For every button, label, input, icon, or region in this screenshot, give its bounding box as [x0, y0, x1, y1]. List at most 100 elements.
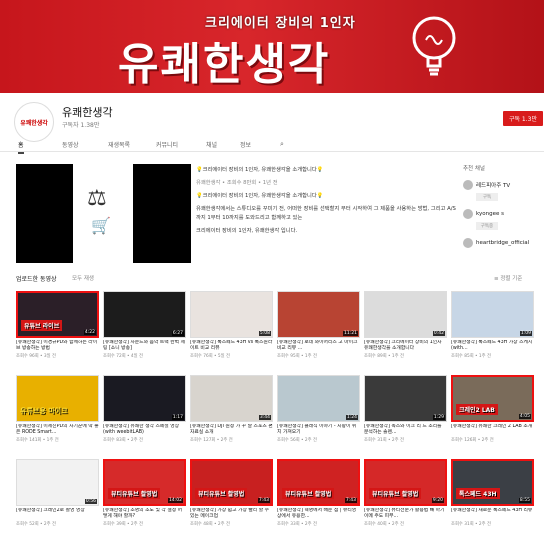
video-title[interactable]: [유쾌한생각] 가장 쉽고 가장 빨리 할 수 있는 메이크업	[190, 508, 273, 520]
video-meta: 조회수 96회 • 3일 전	[16, 354, 56, 359]
video-thumbnail[interactable]: 뷰티유튜브 촬영법 9:20	[364, 459, 447, 506]
featured-channel-item[interactable]: kyongee s	[463, 209, 543, 219]
video-thumbnail[interactable]: 1:17	[103, 375, 186, 422]
video-thumbnail[interactable]: 3:44	[190, 375, 273, 422]
search-icon[interactable]: ⌕	[280, 140, 284, 149]
video-card[interactable]: 뷰티유튜브 촬영법 7:43 [유쾌한생각] 혁명에서 배운 점 | 뷰티영상에서 …	[277, 459, 360, 527]
video-duration: 4:05	[518, 414, 531, 419]
video-card[interactable]: 1:09 [유쾌한생각] 톡스페드 43H 가장 스케치 (with... 조회수 …	[451, 291, 534, 359]
video-thumbnail[interactable]: 5:08	[190, 291, 273, 338]
video-thumbnail[interactable]: 1:29	[364, 375, 447, 422]
video-title[interactable]: [유쾌한생각] 톡스페드 43H vs 톡스원라이트 비교 리뷰	[190, 340, 273, 352]
video-thumbnail[interactable]: 톡스페드 43H 8:55	[451, 459, 534, 506]
video-thumbnail[interactable]: 유튜브용 마이크	[16, 375, 99, 422]
video-card[interactable]: 뷰티유튜브 촬영법 14:02 [유쾌한생각] 조명의 조도 및 각 설정 어떻게 …	[103, 459, 186, 527]
video-card[interactable]: 뷰티유튜브 촬영법 9:20 [유쾌한생각] 뷰티전문가 활용법 빼 아기 이메 주…	[364, 459, 447, 527]
video-title[interactable]: [유쾌한생각] 유쾌한 생각 스페셜 영상 (with weebitLAB)	[103, 424, 186, 436]
channel-avatar[interactable]: 유쾌한생각	[14, 102, 54, 142]
featured-title[interactable]: 💡크리에이터 장비의 1인자, 유쾌한생각을 소개합니다💡	[196, 166, 456, 175]
video-title[interactable]: [유쾌한생각] 녹스와 이크 리 드 소리를 분석하는 솔렌...	[364, 424, 447, 436]
uploads-title[interactable]: 업로드한 동영상	[16, 274, 57, 283]
video-title[interactable]: [유쾌한생각] 뷰티전문가 활용법 빼 아기 이메 주도 피부...	[364, 508, 447, 520]
video-duration: 0:56	[84, 499, 97, 504]
tab-about[interactable]: 정보	[240, 140, 251, 149]
video-card[interactable]: 유튜브용 마이크 [유쾌한생각] 이세진PD의 사기꾼에 딱 좋은 RODE Sm…	[16, 375, 99, 443]
thumbnail-caption: 크레인2 LAB	[456, 404, 498, 415]
tab-home[interactable]: 홈	[18, 140, 24, 154]
video-thumbnail[interactable]: 1:09	[451, 291, 534, 338]
video-thumbnail[interactable]: 0:42	[364, 291, 447, 338]
video-meta: 조회수 39회 • 2주 전	[103, 522, 143, 527]
video-card[interactable]: 11:21 [유쾌한생각] 로데 와이어리스 고 마이크 비교 리뷰 ... 조회수…	[277, 291, 360, 359]
video-duration: 4:22	[83, 330, 96, 335]
video-card[interactable]: 1:17 [유쾌한생각] 유쾌한 생각 스페셜 영상 (with weebitLA…	[103, 375, 186, 443]
video-meta: 조회수 72회 • 4일 전	[103, 354, 143, 359]
video-meta: 조회수 95회 • 1주 전	[277, 354, 317, 359]
tab-community[interactable]: 커뮤니티	[156, 140, 178, 149]
channel-avatar-small	[463, 180, 473, 190]
video-card[interactable]: 뷰티유튜브 촬영법 7:43 [유쾌한생각] 가장 쉽고 가장 빨리 할 수 있는 …	[190, 459, 273, 527]
video-thumbnail[interactable]: 11:21	[277, 291, 360, 338]
featured-video-player[interactable]: ⚖ 🛒	[16, 164, 191, 263]
video-meta: 조회수 31회 • 2주 전	[364, 438, 404, 443]
tab-videos[interactable]: 동영상	[62, 140, 79, 149]
video-meta: 조회수 127회 • 2주 전	[190, 438, 233, 443]
video-card[interactable]: 크레인2 LAB 4:05 [유쾌한생각] 유쾌한 크레인 2 LAB 소개조회수 …	[451, 375, 534, 443]
video-card[interactable]: 3:44 [유쾌한생각] DJI 원정 가 꾸 달 스포츠 편 자료실 소개조회수…	[190, 375, 273, 443]
video-card[interactable]: 0:56 [유쾌한생각] 크레인2로 촬영 영상 조회수 52회 • 2주 전	[16, 459, 99, 527]
video-meta: 조회수 40회 • 2주 전	[364, 522, 404, 527]
featured-subscribe-button[interactable]: 구독	[476, 193, 498, 201]
video-thumbnail[interactable]: 뷰티유튜브 촬영법 7:43	[190, 459, 273, 506]
subscribe-button[interactable]: 구독 1.3만	[503, 111, 543, 126]
video-title[interactable]: [유쾌한생각] 조명의 조도 및 각 설정 어떻게 해야 할까?	[103, 508, 186, 520]
video-card[interactable]: 5:08 [유쾌한생각] 톡스페드 43H vs 톡스원라이트 비교 리뷰 조회수 …	[190, 291, 273, 359]
video-title[interactable]: [유쾌한생각] 톡스페드 43H 가장 스케치 (with...	[451, 340, 534, 352]
video-meta: 조회수 89회 • 1주 전	[364, 354, 404, 359]
video-card[interactable]: 1:29 [유쾌한생각] 녹스와 이크 리 드 소리를 분석하는 솔렌... 조회수…	[364, 375, 447, 443]
video-title[interactable]: [유쾌한생각] 이경규PD와 함께하는 라이브 방송하는 방법	[16, 340, 99, 352]
cart-icon: 🛒	[91, 216, 111, 235]
video-title[interactable]: [유쾌한생각] 로데 와이어리스 고 마이크 비교 리뷰 ...	[277, 340, 360, 352]
video-thumbnail[interactable]: 1:24	[277, 375, 360, 422]
thumbnail-caption: 뷰티유튜브 촬영법	[369, 488, 422, 499]
thumbnail-caption: 유튜브 라이브	[21, 320, 63, 331]
video-thumbnail[interactable]: 0:56	[16, 459, 99, 506]
video-title[interactable]: [유쾌한생각] 이세진PD의 사기꾼에 딱 좋은 RODE Smart...	[16, 424, 99, 436]
video-duration: 11:21	[343, 331, 358, 336]
video-title[interactable]: [유쾌한생각] 유쾌한 크레인 2 LAB 소개	[451, 424, 534, 436]
tab-playlists[interactable]: 재생목록	[108, 140, 130, 149]
featured-meta: 유쾌한생각 • 조회수 8만회 • 1년 전	[196, 180, 278, 186]
tab-channels[interactable]: 채널	[206, 140, 217, 149]
video-title[interactable]: [유쾌한생각] 크레인2로 촬영 영상	[16, 508, 99, 520]
thumbnail-caption: 뷰티유튜브 촬영법	[108, 488, 161, 499]
play-all-link[interactable]: 모두 재생	[72, 274, 94, 282]
video-thumbnail[interactable]: 유튜브 라이브 4:22	[16, 291, 99, 338]
video-thumbnail[interactable]: 뷰티유튜브 촬영법 7:43	[277, 459, 360, 506]
featured-subscribe-button[interactable]: 구독중	[476, 222, 498, 230]
video-thumbnail[interactable]: 6:27	[103, 291, 186, 338]
video-title[interactable]: [유쾌한생각] 혁명에서 배운 점 | 뷰티영상에서 유용한...	[277, 508, 360, 520]
avatar-text: 유쾌한생각	[20, 119, 48, 127]
video-card[interactable]: 1:24 [유쾌한생각] 클래식 이야기 - 지팡이 위치 가져오기 조회수 56회…	[277, 375, 360, 443]
video-card[interactable]: 6:27 [유쾌한생각] 사운드와 음악 트랙 완벽 세팅 [소니 방송] 조회수 …	[103, 291, 186, 359]
video-title[interactable]: [유쾌한생각] 클래식 이야기 - 지팡이 위치 가져오기	[277, 424, 360, 436]
thumbnail-caption: 유튜브용 마이크	[20, 407, 68, 415]
lightbulb-icon	[412, 16, 456, 76]
video-title[interactable]: [유쾌한생각] 사운드와 음악 트랙 완벽 세팅 [소니 방송]	[103, 340, 186, 352]
video-card[interactable]: 유튜브 라이브 4:22 [유쾌한생각] 이경규PD와 함께하는 라이브 방송하는 …	[16, 291, 99, 359]
featured-channels: 추천 채널 레드피아주 TV 구독 kyongee s 구독중 heartbri…	[463, 164, 543, 251]
video-title[interactable]: [유쾌한생각] DJI 원정 가 꾸 달 스포츠 편 자료실 소개	[190, 424, 273, 436]
featured-channel-item[interactable]: heartbridge_official	[463, 238, 543, 248]
video-title[interactable]: [유쾌한생각] 크리에이터 장비의 1인자 유쾌한생각을 소개합니다	[364, 340, 447, 352]
video-duration: 6:27	[171, 331, 184, 336]
video-card[interactable]: 0:42 [유쾌한생각] 크리에이터 장비의 1인자 유쾌한생각을 소개합니다조회…	[364, 291, 447, 359]
video-thumbnail[interactable]: 뷰티유튜브 촬영법 14:02	[103, 459, 186, 506]
thumbnail-caption: 톡스페드 43H	[456, 488, 500, 499]
video-title[interactable]: [유쾌한생각] 새로운 톡스페드 43H 리뷰	[451, 508, 534, 520]
sort-button[interactable]: ≡ 정렬 기준	[494, 274, 522, 282]
featured-channel-item[interactable]: 레드피아주 TV	[463, 180, 543, 190]
video-thumbnail[interactable]: 크레인2 LAB 4:05	[451, 375, 534, 422]
video-meta: 조회수 126회 • 2주 전	[451, 438, 494, 443]
video-card[interactable]: 톡스페드 43H 8:55 [유쾌한생각] 새로운 톡스페드 43H 리뷰 조회수 3…	[451, 459, 534, 527]
channel-tabs: 홈 동영상 재생목록 커뮤니티 채널 정보 ⌕	[0, 138, 544, 154]
